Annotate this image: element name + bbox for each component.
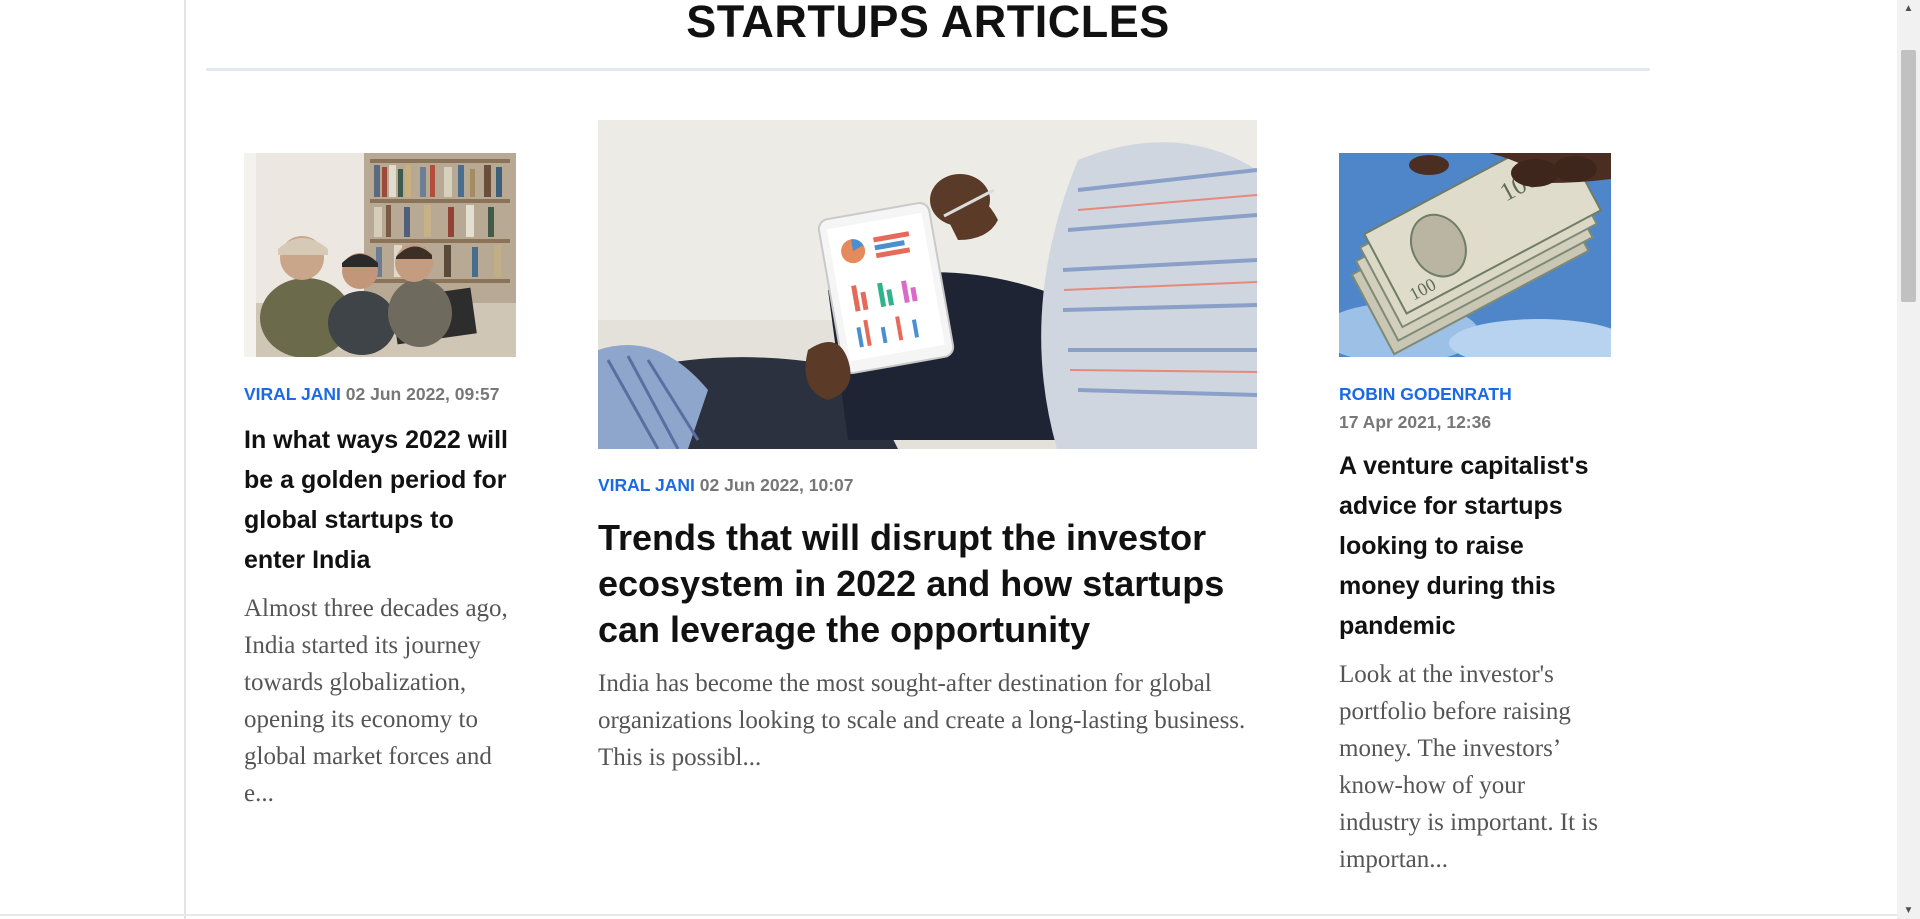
section-title: STARTUPS ARTICLES: [686, 0, 1170, 47]
featured-article-card: VIRAL JANI 02 Jun 2022, 10:07 Trends tha…: [598, 120, 1257, 776]
article-date: 02 Jun 2022, 10:07: [699, 475, 854, 495]
article-headline-link[interactable]: Trends that will disrupt the investor ec…: [598, 515, 1257, 653]
triangle-down-icon[interactable]: ▼: [1897, 902, 1920, 919]
article-card: VIRAL JANI 02 Jun 2022, 09:57 In what wa…: [244, 153, 516, 812]
article-thumbnail-image: [244, 153, 516, 357]
article-thumbnail-image: 100 100: [1339, 153, 1611, 357]
vertical-scrollbar[interactable]: ▲ ▼: [1897, 0, 1920, 919]
content-left-border: [184, 0, 186, 919]
article-excerpt: Look at the investor's portfolio before …: [1339, 661, 1599, 873]
article-excerpt: Almost three decades ago, India started …: [244, 595, 508, 807]
article-author-link[interactable]: ROBIN GODENRATH: [1339, 384, 1512, 404]
title-divider: [206, 68, 1650, 71]
article-image-link[interactable]: 100 100: [1339, 153, 1611, 357]
article-author-link[interactable]: VIRAL JANI: [598, 475, 695, 495]
page-bottom-border: [0, 914, 1900, 916]
article-date: 02 Jun 2022, 09:57: [345, 384, 500, 404]
triangle-up-icon[interactable]: ▲: [1897, 0, 1920, 17]
article-image-link[interactable]: [598, 120, 1257, 449]
article-excerpt: India has become the most sought-after d…: [598, 670, 1246, 771]
article-headline-link[interactable]: In what ways 2022 will be a golden perio…: [244, 420, 516, 580]
article-card: 100 100 ROBIN GODENRATH 17 Apr 2021, 12:…: [1339, 153, 1611, 878]
article-headline-link[interactable]: A venture capitalist's advice for startu…: [1339, 446, 1611, 646]
scrollbar-thumb[interactable]: [1901, 50, 1916, 302]
article-author-link[interactable]: VIRAL JANI: [244, 384, 341, 404]
article-image-link[interactable]: [244, 153, 516, 357]
article-thumbnail-image: [598, 120, 1257, 449]
article-date: 17 Apr 2021, 12:36: [1339, 412, 1492, 432]
